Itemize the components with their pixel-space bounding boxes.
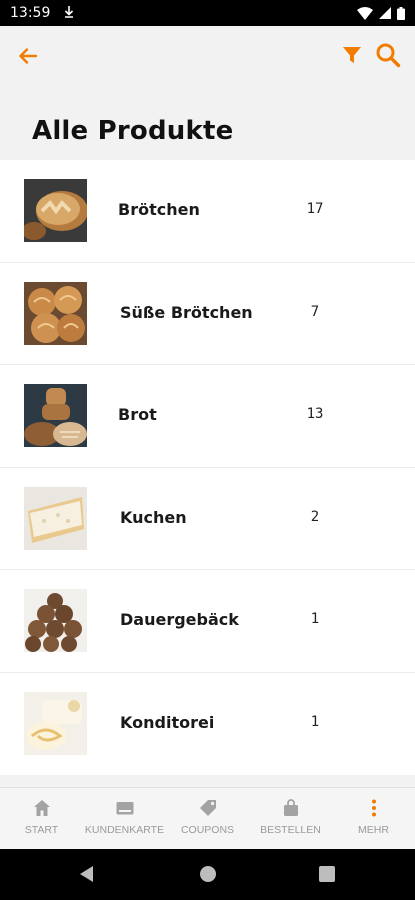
system-back-icon[interactable] <box>78 865 96 888</box>
bread-rolls-image <box>24 179 87 242</box>
card-icon <box>116 802 133 815</box>
bottom-navigation: START KUNDENKARTE COUPONS BESTELLEN MEHR <box>0 787 415 849</box>
status-time: 13:59 <box>10 5 51 21</box>
back-arrow-icon[interactable] <box>14 42 42 70</box>
wifi-icon <box>357 6 373 20</box>
signal-icon <box>379 7 391 19</box>
pastry-roll-image <box>24 691 87 755</box>
category-label: Kuchen <box>120 507 187 527</box>
cookies-image <box>24 589 87 652</box>
category-label: Süße Brötchen <box>120 302 253 322</box>
nav-label: COUPONS <box>180 824 235 836</box>
nav-coupons[interactable]: COUPONS <box>166 788 249 849</box>
list-item[interactable]: Kuchen 2 <box>0 468 415 570</box>
list-item[interactable]: Konditorei 1 <box>0 673 415 776</box>
category-label: Konditorei <box>120 712 215 732</box>
nav-start[interactable]: START <box>0 788 83 849</box>
bread-loaves-image <box>24 384 87 447</box>
bag-icon <box>283 799 298 816</box>
battery-icon <box>397 6 405 20</box>
nav-bestellen[interactable]: BESTELLEN <box>249 788 332 849</box>
nav-mehr[interactable]: MEHR <box>332 788 415 849</box>
download-icon <box>64 5 74 21</box>
category-count: 17 <box>306 201 324 217</box>
list-item[interactable]: Brot 13 <box>0 365 415 468</box>
category-count: 1 <box>310 713 320 730</box>
sweet-buns-image <box>24 281 87 345</box>
page-title: Alle Produkte <box>32 116 234 146</box>
category-list: Brötchen 17 Süße Brötchen 7 Brot 13 Kuch… <box>0 160 415 775</box>
nav-label: KUNDENKARTE <box>84 824 165 836</box>
more-vertical-icon <box>371 799 376 817</box>
nav-kundenkarte[interactable]: KUNDENKARTE <box>83 788 166 849</box>
nav-label: MEHR <box>358 824 389 836</box>
system-recents-icon[interactable] <box>319 866 335 887</box>
search-icon[interactable] <box>374 41 402 69</box>
category-label: Dauergebäck <box>120 610 239 629</box>
list-item[interactable]: Süße Brötchen 7 <box>0 263 415 365</box>
filter-icon[interactable] <box>340 43 364 67</box>
list-item[interactable]: Dauergebäck 1 <box>0 570 415 673</box>
nav-label: BESTELLEN <box>260 824 321 836</box>
list-item[interactable]: Brötchen 17 <box>0 160 415 263</box>
cake-image <box>24 486 87 550</box>
status-bar: 13:59 <box>0 0 415 26</box>
system-home-icon[interactable] <box>199 865 217 888</box>
app-bar <box>0 26 415 86</box>
home-icon <box>33 800 50 816</box>
category-count: 7 <box>310 303 320 320</box>
system-navigation-bar <box>0 849 415 900</box>
category-count: 1 <box>310 611 320 627</box>
category-label: Brot <box>118 405 157 424</box>
nav-label: START <box>24 824 59 836</box>
category-count: 2 <box>310 508 320 525</box>
category-label: Brötchen <box>118 200 200 219</box>
tag-icon <box>199 800 216 816</box>
category-count: 13 <box>306 406 324 422</box>
